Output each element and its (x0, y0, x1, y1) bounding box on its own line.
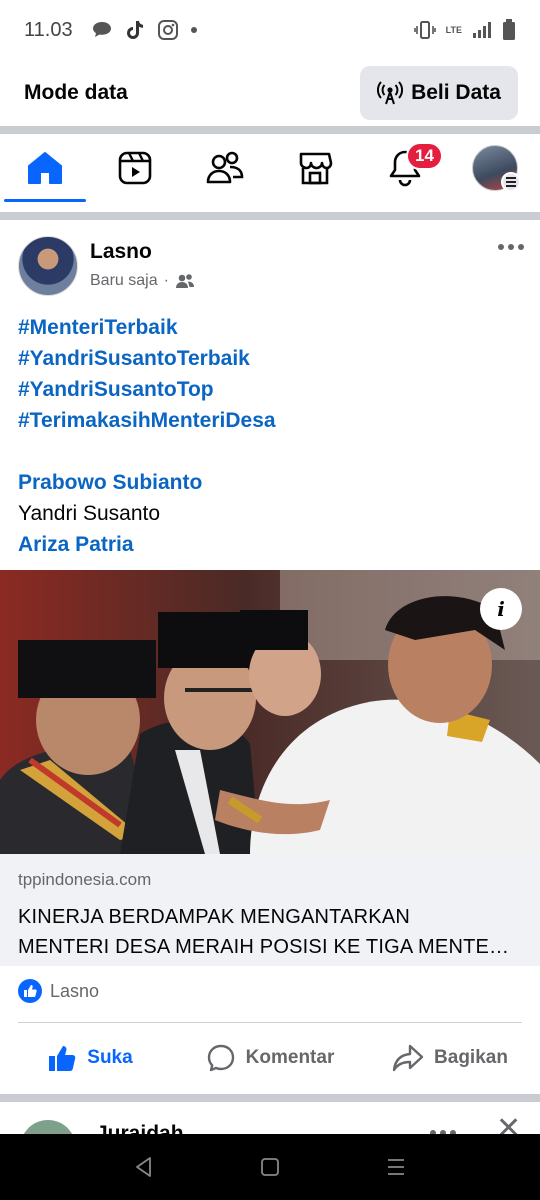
comment-icon (207, 1044, 234, 1072)
status-notification-icons (91, 19, 197, 41)
mention-link[interactable]: Ariza Patria (18, 529, 522, 560)
tab-video[interactable] (90, 134, 180, 202)
divider (0, 212, 540, 220)
vibrate-icon (413, 21, 436, 39)
like-label: Suka (87, 1047, 133, 1068)
info-button[interactable]: i (480, 588, 522, 630)
tab-marketplace[interactable] (270, 134, 360, 202)
divider (0, 126, 540, 134)
instagram-icon (157, 20, 178, 40)
network-type: LTE (445, 25, 462, 35)
hashtag[interactable]: #TerimakasihMenteriDesa (18, 405, 522, 436)
like-reaction-icon (18, 979, 42, 1003)
post-header: Lasno Baru saja · (18, 236, 528, 300)
plain-name: Yandri Susanto (18, 502, 161, 525)
tab-friends[interactable] (180, 134, 270, 202)
marketplace-icon (299, 152, 333, 185)
link-preview-meta[interactable]: tppindonesia.com KINERJA BERDAMPAK MENGA… (0, 854, 540, 966)
chat-icon (92, 22, 111, 37)
signal-icon (473, 22, 491, 38)
link-domain: tppindonesia.com (18, 870, 152, 889)
close-icon[interactable]: ✕ (496, 1114, 521, 1137)
comment-label: Komentar (245, 1047, 335, 1068)
status-time: 11.03 (24, 18, 73, 41)
antenna-icon (377, 81, 404, 105)
tab-home[interactable] (0, 134, 90, 202)
post-more-options[interactable] (498, 244, 524, 250)
data-mode-title: Mode data (24, 81, 128, 104)
like-button[interactable]: Suka (0, 1043, 180, 1073)
hashtag[interactable]: #MenteriTerbaik (18, 312, 522, 343)
reaction-summary[interactable]: Lasno (18, 976, 99, 1006)
tiktok-icon (126, 21, 143, 39)
avatar (472, 145, 521, 192)
buy-data-button[interactable]: Beli Data (360, 66, 518, 120)
reaction-names: Lasno (50, 980, 100, 1001)
author-avatar[interactable] (18, 236, 78, 296)
post-text: #MenteriTerbaik #YandriSusantoTerbaik #Y… (18, 312, 522, 560)
link-title-line2: MENTERI DESA MERAIH POSISI KE TIGA MENTE… (18, 936, 510, 958)
status-system-icons: LTE (413, 19, 516, 41)
thumbs-up-icon (49, 1046, 76, 1071)
divider (0, 1094, 540, 1102)
mention-link[interactable]: Prabowo Subianto (18, 467, 522, 498)
tab-menu[interactable] (450, 134, 540, 202)
hashtag[interactable]: #YandriSusantoTerbaik (18, 343, 522, 374)
menu-icon (501, 172, 521, 192)
home-icon (28, 152, 62, 184)
hashtag[interactable]: #YandriSusantoTop (18, 374, 522, 405)
post-time: Baru saja (90, 272, 158, 289)
recents-icon[interactable] (385, 1157, 407, 1177)
meta-separator: · (163, 272, 169, 289)
video-icon (118, 151, 152, 185)
divider (18, 1022, 522, 1023)
share-button[interactable]: Bagikan (360, 1043, 540, 1073)
friends-icon (206, 151, 244, 184)
share-icon (392, 1044, 424, 1072)
comment-button[interactable]: Komentar (180, 1043, 360, 1073)
buy-data-label: Beli Data (411, 81, 501, 104)
line-break (18, 436, 522, 467)
notification-badge: 14 (406, 142, 443, 170)
main-nav: 14 (0, 134, 540, 202)
next-post-header: Juraidah ✕ (18, 1104, 528, 1136)
home-button-icon[interactable] (260, 1157, 280, 1177)
tab-notifications[interactable]: 14 (360, 134, 450, 202)
share-label: Bagikan (434, 1047, 508, 1068)
status-bar: 11.03 LTE (0, 0, 540, 60)
friends-audience-icon (175, 274, 194, 288)
battery-icon (503, 19, 515, 40)
ceremony-photo (0, 570, 540, 854)
link-title-line1: KINERJA BERDAMPAK MENGANTARKAN (18, 906, 410, 928)
post-actions: Suka Komentar Bagikan (0, 1032, 540, 1084)
data-mode-bar: Mode data Beli Data (0, 60, 540, 126)
post-author[interactable]: Lasno (90, 240, 195, 264)
back-icon[interactable] (133, 1156, 155, 1178)
more-notifications-dot (190, 27, 197, 33)
system-navigation-bar (0, 1134, 540, 1200)
post-meta: Baru saja · (90, 272, 195, 290)
link-preview-image[interactable] (0, 570, 540, 854)
